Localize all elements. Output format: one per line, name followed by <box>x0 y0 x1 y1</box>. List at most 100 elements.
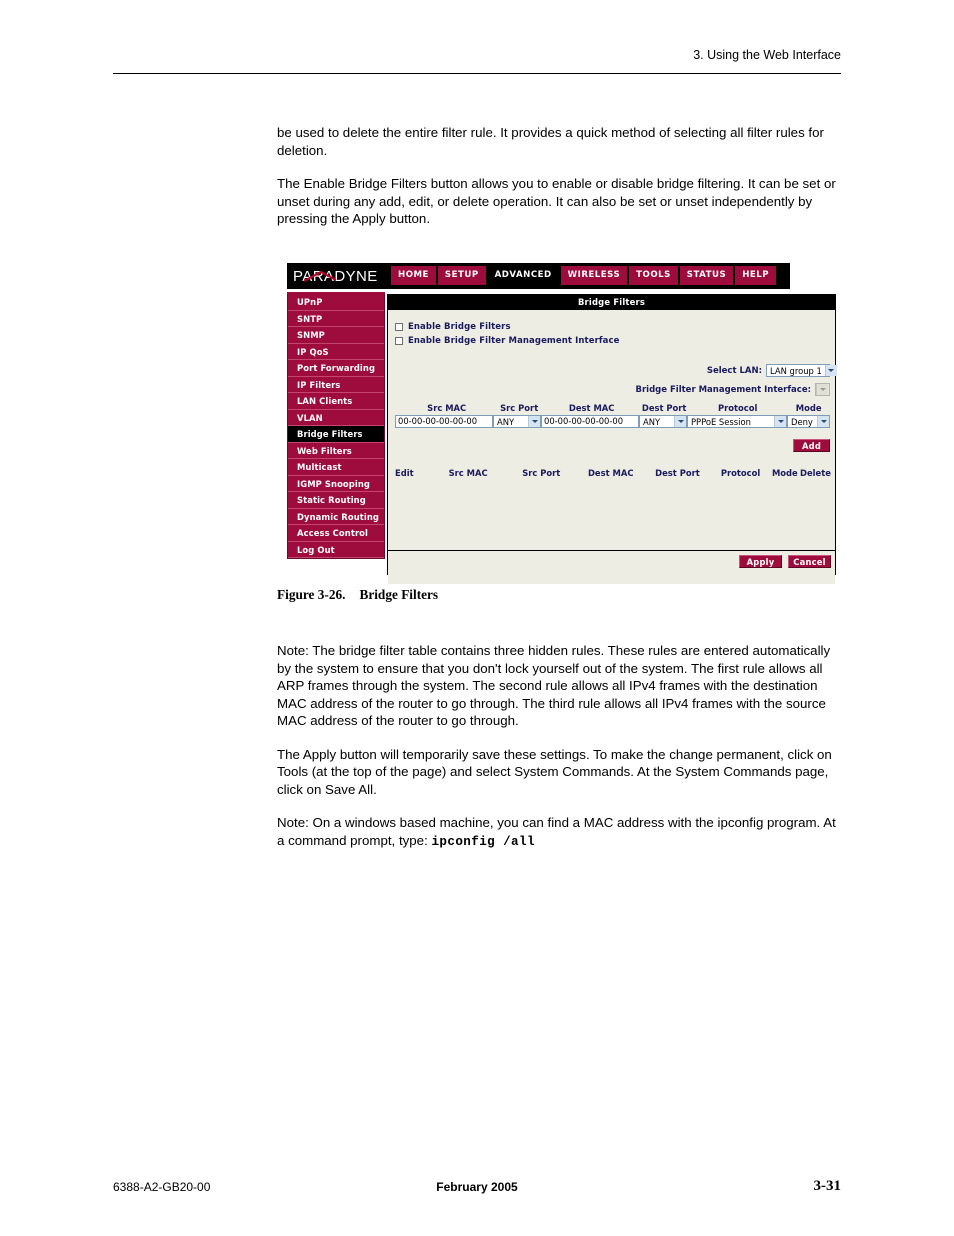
entry-header-dest-mac: Dest MAC <box>568 403 615 413</box>
enable-bridge-filter-management-interface-row[interactable]: Enable Bridge Filter Management Interfac… <box>395 334 835 348</box>
mode-value: Deny <box>791 416 813 427</box>
src-mac-input[interactable]: 00-00-00-00-00-00 <box>395 415 493 428</box>
cancel-button[interactable]: Cancel <box>788 555 831 568</box>
sidebar-item-upnp[interactable]: UPnP <box>288 294 384 311</box>
content-panel: Bridge Filters Enable Bridge Filters Ena… <box>387 294 837 584</box>
entry-header-src-mac: Src MAC <box>427 403 467 413</box>
entry-header-dest-port: Dest Port <box>641 403 687 413</box>
apply-button[interactable]: Apply <box>739 555 782 568</box>
table-header-src-port: Src Port <box>522 468 561 478</box>
figure-number: Figure 3-26. <box>277 587 346 602</box>
dest-port-value: ANY <box>643 416 661 427</box>
table-header-edit: Edit <box>395 468 414 478</box>
footer-page-number: 3-31 <box>813 1178 842 1194</box>
upper-text-block: be used to delete the entire filter rule… <box>277 124 841 244</box>
nav-item-wireless[interactable]: WIRELESS <box>560 266 628 285</box>
sidebar-item-bridge-filters[interactable]: Bridge Filters <box>288 426 384 443</box>
paragraph-3: The Apply button will temporarily save t… <box>277 746 832 797</box>
table-header-dest-port: Dest Port <box>655 468 700 478</box>
svg-text:PARADYNE: PARADYNE <box>293 268 378 285</box>
sidebar-item-ip-filters[interactable]: IP Filters <box>288 376 384 393</box>
sidebar-item-static-routing[interactable]: Static Routing <box>288 492 384 509</box>
filter-entry-form-headers: Src MAC Src Port Dest MAC Dest Port Prot… <box>395 403 830 413</box>
nav-item-list: HOME SETUP ADVANCED WIRELESS TOOLS STATU… <box>391 266 777 285</box>
protocol-value: PPPoE Session <box>691 416 751 427</box>
sidebar-item-port-forwarding[interactable]: Port Forwarding <box>288 360 384 377</box>
sidebar-item-access-control[interactable]: Access Control <box>288 525 384 542</box>
note-2-text: Note: On a windows based machine, you ca… <box>277 815 836 848</box>
bridge-filter-management-interface-dropdown[interactable] <box>815 383 830 396</box>
panel-footer: Apply Cancel <box>388 551 835 583</box>
mode-dropdown[interactable]: Deny <box>787 415 830 428</box>
sidebar-item-igmp-snooping[interactable]: IGMP Snooping <box>288 475 384 492</box>
top-navigation-bar: PARADYNE HOME SETUP ADVANCED WIRELESS TO… <box>287 263 790 289</box>
sidebar-item-vlan[interactable]: VLAN <box>288 409 384 426</box>
bridge-filter-management-interface-row: Bridge Filter Management Interface: <box>635 383 830 396</box>
src-port-dropdown[interactable]: ANY <box>493 415 541 428</box>
chevron-down-icon <box>824 365 837 376</box>
select-lan-row: Select LAN: LAN group 1 <box>706 364 837 377</box>
note-paragraph-2: Note: On a windows based machine, you ca… <box>277 814 841 850</box>
nav-item-tools[interactable]: TOOLS <box>629 266 678 285</box>
paragraph-1: be used to delete the entire filter rule… <box>277 125 824 158</box>
page-footer: 6388-A2-GB20-00 February 2005 3-31 <box>113 1178 842 1198</box>
router-web-interface-screenshot: PARADYNE HOME SETUP ADVANCED WIRELESS TO… <box>287 263 837 584</box>
nav-item-advanced[interactable]: ADVANCED <box>487 266 559 285</box>
sidebar-item-web-filters[interactable]: Web Filters <box>288 442 384 459</box>
sidebar-item-lan-clients[interactable]: LAN Clients <box>288 393 384 410</box>
footer-date: February 2005 <box>436 1180 518 1194</box>
sidebar-item-sntp[interactable]: SNTP <box>288 310 384 327</box>
table-header-protocol: Protocol <box>720 468 761 478</box>
dest-mac-input[interactable]: 00-00-00-00-00-00 <box>541 415 639 428</box>
entry-header-mode: Mode <box>795 403 822 413</box>
select-lan-value: LAN group 1 <box>770 365 822 376</box>
filter-entry-form: Src MAC Src Port Dest MAC Dest Port Prot… <box>395 403 830 428</box>
table-header-delete: Delete <box>800 468 831 478</box>
chevron-down-icon <box>528 416 540 427</box>
chevron-down-icon <box>674 416 686 427</box>
sidebar-item-snmp[interactable]: SNMP <box>288 327 384 344</box>
add-button[interactable]: Add <box>793 439 830 452</box>
nav-item-help[interactable]: HELP <box>735 266 777 285</box>
bridge-filter-management-interface-label: Bridge Filter Management Interface: <box>635 384 812 395</box>
enable-bridge-filters-row[interactable]: Enable Bridge Filters <box>395 320 835 334</box>
sidebar-item-log-out[interactable]: Log Out <box>288 541 384 558</box>
entry-header-src-port: Src Port <box>500 403 539 413</box>
page-header-title: 3. Using the Web Interface <box>693 48 841 62</box>
enable-bridge-filter-management-interface-checkbox[interactable] <box>395 337 403 345</box>
paragraph-2: The Enable Bridge Filters button allows … <box>277 176 836 227</box>
enable-bridge-filter-management-interface-label: Enable Bridge Filter Management Interfac… <box>408 336 620 346</box>
select-lan-label: Select LAN: <box>706 365 762 376</box>
dest-port-dropdown[interactable]: ANY <box>639 415 687 428</box>
select-lan-dropdown[interactable]: LAN group 1 <box>766 364 837 377</box>
lower-text-block: Note: The bridge filter table contains t… <box>277 642 841 867</box>
enable-bridge-filters-checkbox[interactable] <box>395 323 403 331</box>
filter-rules-table-header: Edit Src MAC Src Port Dest MAC Dest Port… <box>394 468 831 478</box>
panel-title: Bridge Filters <box>388 295 835 310</box>
table-header-dest-mac: Dest MAC <box>587 468 634 478</box>
sidebar-item-multicast[interactable]: Multicast <box>288 459 384 476</box>
panel-footer-buttons: Apply Cancel <box>739 555 831 568</box>
src-port-value: ANY <box>497 416 515 427</box>
protocol-dropdown[interactable]: PPPoE Session <box>687 415 787 428</box>
header-rule <box>113 73 841 74</box>
chevron-down-icon <box>774 416 786 427</box>
paradyne-logo: PARADYNE <box>291 265 385 286</box>
note-paragraph-1: Note: The bridge filter table contains t… <box>277 643 831 729</box>
figure-title: Bridge Filters <box>359 587 439 602</box>
sidebar-item-ip-qos[interactable]: IP QoS <box>288 343 384 360</box>
table-header-src-mac: Src MAC <box>448 468 488 478</box>
panel-body: Enable Bridge Filters Enable Bridge Filt… <box>388 320 837 584</box>
ipconfig-command: ipconfig /all <box>431 834 535 849</box>
figure-caption: Figure 3-26. Bridge Filters <box>277 587 438 603</box>
nav-item-status[interactable]: STATUS <box>679 266 734 285</box>
entry-header-protocol: Protocol <box>717 403 758 413</box>
nav-item-setup[interactable]: SETUP <box>437 266 486 285</box>
chevron-down-icon <box>816 384 828 395</box>
sidebar-menu: UPnP SNTP SNMP IP QoS Port Forwarding IP… <box>287 294 385 559</box>
enable-bridge-filters-label: Enable Bridge Filters <box>408 322 511 332</box>
table-header-mode: Mode <box>771 468 798 478</box>
sidebar-item-dynamic-routing[interactable]: Dynamic Routing <box>288 508 384 525</box>
nav-item-home[interactable]: HOME <box>391 266 436 285</box>
chevron-down-icon <box>817 416 829 427</box>
